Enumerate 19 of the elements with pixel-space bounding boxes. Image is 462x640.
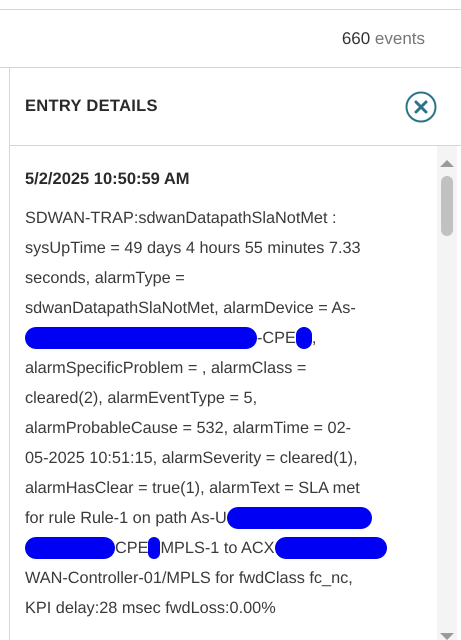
message-text: alarmSpecificProblem = , alarmClass = (25, 358, 306, 379)
message-text: 05-2025 10:51:15, alarmSeverity = cleared(1), (25, 448, 358, 469)
panel-title: ENTRY DETAILS (25, 97, 158, 116)
message-text: KPI delay:28 msec fwdLoss:0.00% (25, 598, 276, 619)
message-text: WAN-Controller-01/MPLS for fwdClass fc_nc, (25, 568, 353, 589)
message-text: alarmHasClear = true(1), alarmText = SLA met (25, 478, 360, 499)
event-count: 660 events (342, 28, 425, 48)
message-text: CPE (115, 538, 148, 559)
message-text: seconds, alarmType = (25, 268, 185, 289)
message-text: for rule Rule-1 on path As-U (25, 508, 227, 529)
message-text: sdwanDatapathSlaNotMet, alarmDevice = As- (25, 298, 356, 319)
message-text: -CPE (257, 328, 296, 349)
message-text: MPLS-1 to ACX (160, 538, 275, 559)
message-text: sysUpTime = 49 days 4 hours 55 minutes 7.33 (25, 238, 361, 259)
message-text: alarmProbableCause = 532, alarmTime = 02- (25, 418, 352, 439)
message-text: SDWAN-TRAP:sdwanDatapathSlaNotMet : (25, 208, 337, 229)
message-text: , (312, 328, 316, 349)
message-text: cleared(2), alarmEventType = 5, (25, 388, 258, 409)
entry-timestamp: 5/2/2025 10:50:59 AM (25, 170, 190, 189)
